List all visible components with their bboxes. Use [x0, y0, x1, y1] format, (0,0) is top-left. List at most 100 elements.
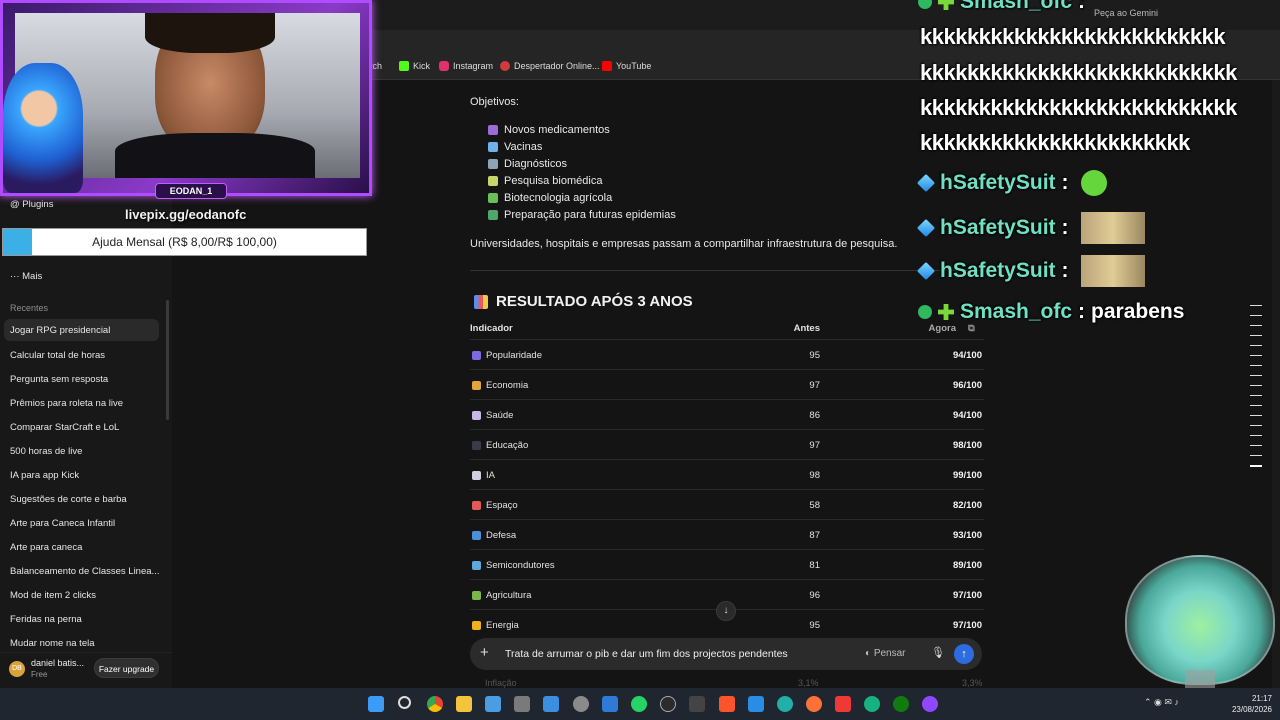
recent-chat-item[interactable]: 500 horas de live	[10, 446, 82, 457]
settings-icon[interactable]	[573, 696, 589, 712]
lightning-icon	[472, 621, 481, 630]
virus-icon	[488, 210, 498, 220]
chat-text: kkkkkkkkkkkkkkkkkkkkkkkkkkk	[920, 60, 1237, 85]
recent-chat-item[interactable]: Sugestões de corte e barba	[10, 494, 127, 505]
chrome-icon[interactable]	[427, 696, 443, 712]
system-tray[interactable]: ⌃ ◉ ✉ ♪	[1144, 697, 1179, 708]
table-row: Economia 97 96/100	[470, 369, 984, 399]
divider	[470, 270, 982, 271]
microphone-icon[interactable]: 🎙	[931, 646, 945, 659]
sidebar-mais[interactable]: ··· Mais	[10, 271, 42, 282]
recent-chat-item[interactable]: Jogar RPG presidencial	[4, 319, 159, 341]
table-row: Educação 97 98/100	[470, 429, 984, 459]
recent-chat-item[interactable]: Mod de item 2 clicks	[10, 590, 96, 601]
robot-icon	[472, 471, 481, 480]
cube-badge-icon	[916, 173, 936, 193]
table-row: IA 98 99/100	[470, 459, 984, 489]
prompt-composer[interactable]: + Trata de arrumar o pib e dar um fim do…	[470, 638, 982, 670]
table-row: Saúde 86 94/100	[470, 399, 984, 429]
firefox-icon[interactable]	[806, 696, 822, 712]
recent-chat-item[interactable]: Pergunta sem resposta	[10, 374, 108, 385]
instagram-icon	[439, 61, 449, 71]
chat-text: kkkkkkkkkkkkkkkkkkkkkkkkkk	[920, 24, 1226, 49]
faded-row-indicator: Inflação	[485, 678, 517, 688]
terminal-icon[interactable]	[689, 696, 705, 712]
recent-chat-item[interactable]: Arte para Caneca Infantil	[10, 518, 115, 529]
plus-icon[interactable]: +	[480, 644, 489, 661]
twitch-icon[interactable]	[922, 696, 938, 712]
clock-icon	[500, 61, 510, 71]
green-emote-icon	[1080, 170, 1107, 196]
user-plan: Free	[31, 670, 48, 679]
recent-chat-item[interactable]: Arte para caneca	[10, 542, 82, 553]
windows-icon[interactable]	[368, 696, 384, 712]
table-row: Espaço 58 82/100	[470, 489, 984, 519]
copy-table-icon[interactable]: ⧉	[968, 323, 975, 334]
screen: Peça ao Gemini itch Kick Instagram Despe…	[0, 0, 1280, 720]
at-icon: @	[10, 199, 23, 210]
user-account-row[interactable]: DB daniel batis... Free Fazer upgrade	[0, 652, 172, 688]
photos-icon[interactable]	[485, 696, 501, 712]
recent-chat-item[interactable]: Calcular total de horas	[10, 350, 105, 361]
folder-icon[interactable]	[456, 696, 472, 712]
monitor-icon[interactable]	[543, 696, 559, 712]
youtube-icon	[602, 61, 612, 71]
prompt-input[interactable]: Trata de arrumar o pib e dar um fim dos …	[505, 648, 788, 660]
meter-ticks	[1250, 305, 1262, 465]
recent-chat-item[interactable]: IA para app Kick	[10, 470, 79, 481]
recent-chat-item[interactable]: Mudar nome na tela	[10, 638, 95, 649]
sidebar-plugins[interactable]: @ Plugins	[10, 199, 53, 210]
sidebar-scrollbar[interactable]	[166, 300, 169, 420]
vivaldi-icon[interactable]	[835, 696, 851, 712]
edge-icon[interactable]	[777, 696, 793, 712]
table-row: Popularidade 95 94/100	[470, 339, 984, 369]
recent-chat-item[interactable]: Feridas na perna	[10, 614, 82, 625]
recentes-heading: Recentes	[10, 303, 49, 313]
page-scrollbar[interactable]	[1272, 80, 1280, 688]
bookmark-youtube[interactable]: YouTube	[602, 61, 651, 71]
vscode-icon[interactable]	[748, 696, 764, 712]
bar-chart-icon	[474, 294, 488, 309]
search-icon[interactable]	[398, 696, 411, 709]
chat-message: Smash_ofc:	[918, 0, 1085, 14]
taskbar-clock[interactable]: 21:17 23/08/2026	[1224, 693, 1272, 715]
face-emote-icon	[1080, 255, 1145, 287]
send-button[interactable]: ↑	[954, 644, 974, 664]
plus-badge-icon	[938, 304, 954, 320]
verified-badge-icon	[918, 305, 932, 319]
table-header-now: Agora	[928, 323, 956, 334]
bookmark-instagram[interactable]: Instagram	[439, 61, 493, 71]
livepix-url: livepix.gg/eodanofc	[125, 207, 247, 222]
objective-item: Diagnósticos	[488, 158, 567, 170]
gemini-button[interactable]: Peça ao Gemini	[1094, 8, 1158, 18]
edge-dev-icon[interactable]	[864, 696, 880, 712]
bookmark-kick[interactable]: Kick	[399, 61, 430, 71]
cube-badge-icon	[916, 218, 936, 238]
hospital-icon	[472, 411, 481, 420]
think-toggle[interactable]: ◐ Pensar	[865, 648, 906, 659]
whatsapp-icon[interactable]	[631, 696, 647, 712]
obs-icon[interactable]	[660, 696, 676, 712]
recent-chat-item[interactable]: Comparar StarCraft e LoL	[10, 422, 119, 433]
rocket-icon	[472, 501, 481, 510]
laptop-icon	[472, 561, 481, 570]
calculator-icon[interactable]	[514, 696, 530, 712]
scroll-down-button[interactable]: ↓	[716, 601, 736, 621]
xbox-icon[interactable]	[893, 696, 909, 712]
section-title: RESULTADO APÓS 3 ANOS	[474, 293, 693, 310]
recent-chat-item[interactable]: Balanceamento de Classes Linea...	[10, 566, 159, 577]
objective-item: Pesquisa biomédica	[488, 175, 602, 187]
paragraph: Universidades, hospitais e empresas pass…	[470, 238, 898, 250]
brave-icon[interactable]	[719, 696, 735, 712]
store-icon[interactable]	[602, 696, 618, 712]
verified-badge-icon	[918, 0, 932, 9]
tip-jar-widget	[1125, 555, 1275, 685]
bookmark-despertador[interactable]: Despertador Online...	[500, 61, 600, 71]
meter-marker	[1250, 465, 1262, 467]
chat-message: hSafetySuit:	[916, 255, 1145, 287]
recent-chat-item[interactable]: Prêmios para roleta na live	[10, 398, 123, 409]
avatar: DB	[9, 661, 25, 677]
test-tube-icon	[488, 176, 498, 186]
graduation-cap-icon	[472, 441, 481, 450]
upgrade-button[interactable]: Fazer upgrade	[94, 658, 159, 678]
